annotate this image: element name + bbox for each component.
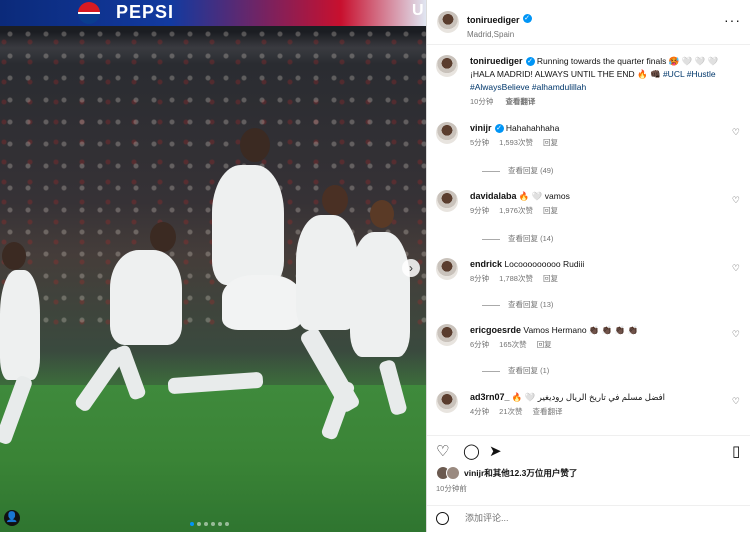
comment-item: ad3rn07_ 🔥 🤍 افضل مسلم في تاريخ الريال ر… xyxy=(436,391,746,417)
comment-likes[interactable]: 1,593次赞 xyxy=(499,138,533,147)
liker-avatar xyxy=(446,466,460,480)
comment-translate-link[interactable]: 查看翻译 xyxy=(533,407,563,416)
comment-item: vinijr ✓ Hahahahhaha 5分钟 1,593次赞 回复 ♡ xyxy=(436,122,746,148)
comment-avatar[interactable] xyxy=(436,324,458,346)
comment-text: Vamos Hermano 👏🏿 👏🏿 👏🏿 👏🏿 xyxy=(523,325,639,335)
banner-edge-text: U xyxy=(412,2,424,19)
stadium-banner: PEPSI U xyxy=(0,0,426,26)
comment-likes[interactable]: 165次赞 xyxy=(499,340,527,349)
heart-icon[interactable]: ♡ xyxy=(436,442,449,460)
post-side-panel: toniruediger ✓ Madrid,Spain ··· toniruedi… xyxy=(426,0,750,532)
comments-list[interactable]: toniruediger ✓ Running towards the quarte… xyxy=(427,45,750,427)
view-replies-link[interactable]: 查看回复 (1) xyxy=(482,365,549,376)
comment-username[interactable]: ericgoesrde xyxy=(470,325,521,335)
comment-likes[interactable]: 21次赞 xyxy=(499,407,522,416)
comment-text: Locooooooooo Rudiii xyxy=(504,259,585,269)
caption-line2: ¡HALA MADRID! ALWAYS UNTIL THE END 🔥 👊🏿 xyxy=(470,69,661,79)
caption: toniruediger ✓ Running towards the quarte… xyxy=(436,55,746,107)
comment-likes[interactable]: 1,788次赞 xyxy=(499,274,533,283)
view-replies-link[interactable]: 查看回复 (13) xyxy=(482,299,553,310)
view-replies-link[interactable]: 查看回复 (14) xyxy=(482,233,553,244)
comment-avatar[interactable] xyxy=(436,391,458,413)
post-header: toniruediger ✓ Madrid,Spain ··· xyxy=(427,0,750,45)
comment-time[interactable]: 9分钟 xyxy=(470,206,489,215)
comment-username[interactable]: davidalaba xyxy=(470,191,517,201)
bookmark-icon[interactable]: ▯ xyxy=(732,442,740,460)
hashtag-alhamdulillah[interactable]: #alhamdulillah xyxy=(532,82,586,92)
posted-ago[interactable]: 10分钟前 xyxy=(436,483,467,494)
comment-input[interactable] xyxy=(463,512,727,524)
comment-username[interactable]: vinijr xyxy=(470,123,492,133)
comment-text: Hahahahhaha xyxy=(505,123,560,133)
author-location[interactable]: Madrid,Spain xyxy=(467,30,532,39)
post-actions: ♡ ◯ ➤ ▯ xyxy=(427,435,750,466)
hashtag-ucl[interactable]: #UCL xyxy=(663,69,684,79)
author-avatar[interactable] xyxy=(437,11,459,33)
comment-bar xyxy=(427,505,750,533)
comment-username[interactable]: ad3rn07_ xyxy=(470,392,510,402)
comment-heart-icon[interactable]: ♡ xyxy=(732,263,740,274)
verified-icon: ✓ xyxy=(494,124,504,134)
next-image-icon[interactable]: › xyxy=(402,259,420,277)
pepsi-logo xyxy=(78,2,100,24)
banner-text: PEPSI xyxy=(116,2,175,22)
caption-username[interactable]: toniruediger xyxy=(470,56,523,66)
comment-item: davidalaba 🔥 🤍 vamos 9分钟 1,976次赞 回复 ♡ xyxy=(436,190,746,216)
view-replies-link[interactable]: 查看回复 (49) xyxy=(482,165,553,176)
comment-text: 🔥 🤍 افضل مسلم في تاريخ الريال روديغير xyxy=(511,392,665,402)
post-viewer: PEPSI U › 👤 toniruediger ✓ Madrid,Spain … xyxy=(0,0,750,532)
verified-icon: ✓ xyxy=(522,14,532,24)
likes-summary[interactable]: vinijr和其他12.3万位用户赞了 xyxy=(436,466,577,480)
reply-button[interactable]: 回复 xyxy=(537,340,552,349)
caption-line1: Running towards the quarter finals 🥵 🤍 🤍… xyxy=(536,56,719,66)
comment-avatar[interactable] xyxy=(436,258,458,280)
comment-icon[interactable]: ◯ xyxy=(463,442,480,460)
reply-button[interactable]: 回复 xyxy=(543,206,558,215)
pitch xyxy=(0,385,426,532)
comment-time[interactable]: 6分钟 xyxy=(470,340,489,349)
comment-heart-icon[interactable]: ♡ xyxy=(732,127,740,138)
comment-heart-icon[interactable]: ♡ xyxy=(732,329,740,340)
carousel-dots xyxy=(190,522,229,526)
caption-translate-link[interactable]: 查看翻译 xyxy=(505,97,535,106)
author-username[interactable]: toniruediger xyxy=(467,15,520,25)
comment-avatar[interactable] xyxy=(436,190,458,212)
emoji-icon[interactable] xyxy=(436,512,449,525)
reply-button[interactable]: 回复 xyxy=(543,138,558,147)
reply-button[interactable]: 回复 xyxy=(543,274,558,283)
caption-time[interactable]: 10分钟 xyxy=(470,97,493,106)
likes-text: vinijr和其他12.3万位用户赞了 xyxy=(464,468,578,478)
hashtag-alwaysbelieve[interactable]: #AlwaysBelieve xyxy=(470,82,530,92)
comment-item: endrick Locooooooooo Rudiii 8分钟 1,788次赞 回复… xyxy=(436,258,746,284)
comment-heart-icon[interactable]: ♡ xyxy=(732,195,740,206)
comment-likes[interactable]: 1,976次赞 xyxy=(499,206,533,215)
comment-username[interactable]: endrick xyxy=(470,259,502,269)
comment-text: 🔥 🤍 vamos xyxy=(518,191,570,201)
share-icon[interactable]: ➤ xyxy=(489,442,502,460)
more-icon[interactable]: ··· xyxy=(724,12,741,28)
comment-time[interactable]: 4分钟 xyxy=(470,407,489,416)
post-photo[interactable]: PEPSI U › 👤 xyxy=(0,0,426,532)
comment-heart-icon[interactable]: ♡ xyxy=(732,396,740,407)
comment-item: ericgoesrde Vamos Hermano 👏🏿 👏🏿 👏🏿 👏🏿 6分… xyxy=(436,324,746,350)
comment-avatar[interactable] xyxy=(436,122,458,144)
caption-avatar[interactable] xyxy=(436,55,458,77)
comment-time[interactable]: 5分钟 xyxy=(470,138,489,147)
verified-icon: ✓ xyxy=(525,57,535,67)
comment-time[interactable]: 8分钟 xyxy=(470,274,489,283)
hashtag-hustle[interactable]: #Hustle xyxy=(687,69,716,79)
tagged-users-icon[interactable]: 👤 xyxy=(4,510,20,526)
